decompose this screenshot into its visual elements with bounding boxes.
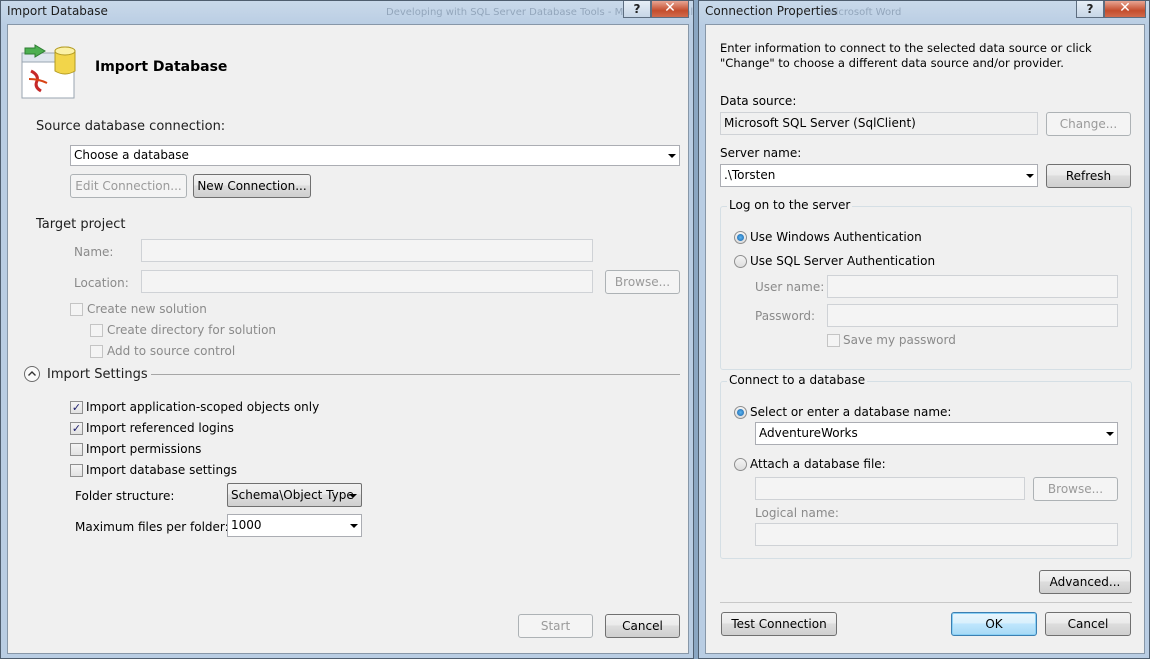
chevron-up-icon xyxy=(28,371,36,376)
section-divider xyxy=(151,374,680,375)
attach-database-label: Attach a database file: xyxy=(750,457,886,471)
max-files-value: 1000 xyxy=(231,518,262,532)
location-label: Location: xyxy=(74,276,129,290)
advanced-button[interactable]: Advanced... xyxy=(1039,570,1131,594)
password-label: Password: xyxy=(755,309,816,323)
start-button[interactable]: Start xyxy=(518,614,593,638)
folder-structure-value: Schema\Object Type xyxy=(231,488,354,502)
help-button[interactable]: ? xyxy=(1076,1,1104,18)
password-input[interactable] xyxy=(827,304,1118,327)
option-checkbox-1[interactable]: ✓ xyxy=(70,422,83,435)
data-source-value: Microsoft SQL Server (SqlClient) xyxy=(724,116,916,130)
checkmark-icon: ✓ xyxy=(71,401,82,414)
server-name-combo[interactable]: .\Torsten xyxy=(720,164,1038,187)
attach-database-radio[interactable] xyxy=(734,458,747,471)
close-button[interactable]: ✕ xyxy=(1104,1,1146,18)
cancel-button[interactable]: Cancel xyxy=(1045,612,1131,636)
change-button[interactable]: Change... xyxy=(1046,112,1131,136)
close-button[interactable]: ✕ xyxy=(651,1,689,18)
refresh-button[interactable]: Refresh xyxy=(1046,164,1131,188)
new-connection-button[interactable]: New Connection... xyxy=(193,174,311,198)
server-name-label: Server name: xyxy=(720,146,802,160)
user-name-input[interactable] xyxy=(827,275,1118,298)
source-connection-label: Source database connection: xyxy=(36,119,226,134)
browse-file-button[interactable]: Browse... xyxy=(1033,477,1118,501)
option-label-1: Import referenced logins xyxy=(86,421,234,435)
edit-connection-button[interactable]: Edit Connection... xyxy=(70,174,187,198)
max-files-combo[interactable]: 1000 xyxy=(227,514,362,537)
option-checkbox-3[interactable] xyxy=(70,464,83,477)
folder-structure-dropdown[interactable]: Schema\Object Type xyxy=(227,483,362,507)
chevron-down-icon xyxy=(350,524,358,528)
connection-properties-window: Connection Properties Microsoft Word ? ✕… xyxy=(698,0,1150,659)
sql-auth-radio[interactable] xyxy=(734,255,747,268)
select-database-radio[interactable] xyxy=(734,406,747,419)
chevron-down-icon xyxy=(1026,174,1034,178)
database-name-combo[interactable]: AdventureWorks xyxy=(755,422,1118,445)
name-label: Name: xyxy=(74,245,114,259)
source-database-value: Choose a database xyxy=(74,148,189,162)
import-window-title: Import Database xyxy=(7,4,108,18)
windows-auth-radio[interactable] xyxy=(734,231,747,244)
logical-name-label: Logical name: xyxy=(755,506,839,520)
add-source-control-label: Add to source control xyxy=(107,344,236,358)
test-connection-button[interactable]: Test Connection xyxy=(721,612,837,636)
ok-button[interactable]: OK xyxy=(951,612,1037,636)
target-project-label: Target project xyxy=(36,217,126,232)
collapse-settings-toggle[interactable] xyxy=(24,366,40,382)
connection-window-title: Connection Properties xyxy=(705,4,838,18)
import-dialog-client: Import Database Source database connecti… xyxy=(7,24,689,654)
database-import-icon xyxy=(21,41,77,99)
create-new-solution-checkbox[interactable] xyxy=(70,303,83,316)
option-label-0: Import application-scoped objects only xyxy=(86,400,320,414)
data-source-label: Data source: xyxy=(720,94,797,108)
add-source-control-checkbox[interactable] xyxy=(90,345,103,358)
browse-location-button[interactable]: Browse... xyxy=(605,270,680,294)
connect-group-title: Connect to a database xyxy=(727,373,868,387)
windows-auth-label: Use Windows Authentication xyxy=(750,230,922,244)
intro-text: Enter information to connect to the sele… xyxy=(720,41,1092,70)
user-name-label: User name: xyxy=(755,280,825,294)
cancel-button[interactable]: Cancel xyxy=(605,614,680,638)
sql-auth-label: Use SQL Server Authentication xyxy=(750,254,936,268)
option-label-3: Import database settings xyxy=(86,463,237,477)
option-label-2: Import permissions xyxy=(86,442,202,456)
chevron-down-icon xyxy=(349,494,357,498)
connection-dialog-client: Enter information to connect to the sele… xyxy=(705,24,1145,654)
data-source-field: Microsoft SQL Server (SqlClient) xyxy=(720,112,1038,135)
logon-group-title: Log on to the server xyxy=(727,198,853,212)
folder-structure-label: Folder structure: xyxy=(75,489,175,503)
option-checkbox-2[interactable] xyxy=(70,443,83,456)
background-window-title: Microsoft Word xyxy=(827,7,902,18)
help-button[interactable]: ? xyxy=(623,1,651,18)
project-name-input[interactable] xyxy=(141,239,593,262)
import-settings-label: Import Settings xyxy=(47,367,148,382)
source-database-combo[interactable]: Choose a database xyxy=(70,145,680,166)
chevron-down-icon xyxy=(1106,432,1114,436)
checkmark-icon: ✓ xyxy=(71,422,82,435)
import-database-window: Import Database Developing with SQL Serv… xyxy=(0,0,694,659)
create-directory-label: Create directory for solution xyxy=(107,323,277,337)
save-password-checkbox[interactable] xyxy=(827,334,840,347)
create-directory-checkbox[interactable] xyxy=(90,324,103,337)
max-files-label: Maximum files per folder: xyxy=(75,520,229,534)
option-checkbox-0[interactable]: ✓ xyxy=(70,401,83,414)
footer-divider xyxy=(720,602,1132,603)
logical-name-input[interactable] xyxy=(755,523,1118,546)
server-name-value: .\Torsten xyxy=(724,168,776,182)
select-database-label: Select or enter a database name: xyxy=(750,405,952,419)
project-location-input[interactable] xyxy=(141,270,593,293)
database-name-value: AdventureWorks xyxy=(759,426,858,440)
chevron-down-icon xyxy=(668,154,676,158)
database-file-input[interactable] xyxy=(755,477,1025,500)
create-new-solution-label: Create new solution xyxy=(87,302,207,316)
save-password-label: Save my password xyxy=(843,333,956,347)
dialog-heading: Import Database xyxy=(95,59,228,75)
